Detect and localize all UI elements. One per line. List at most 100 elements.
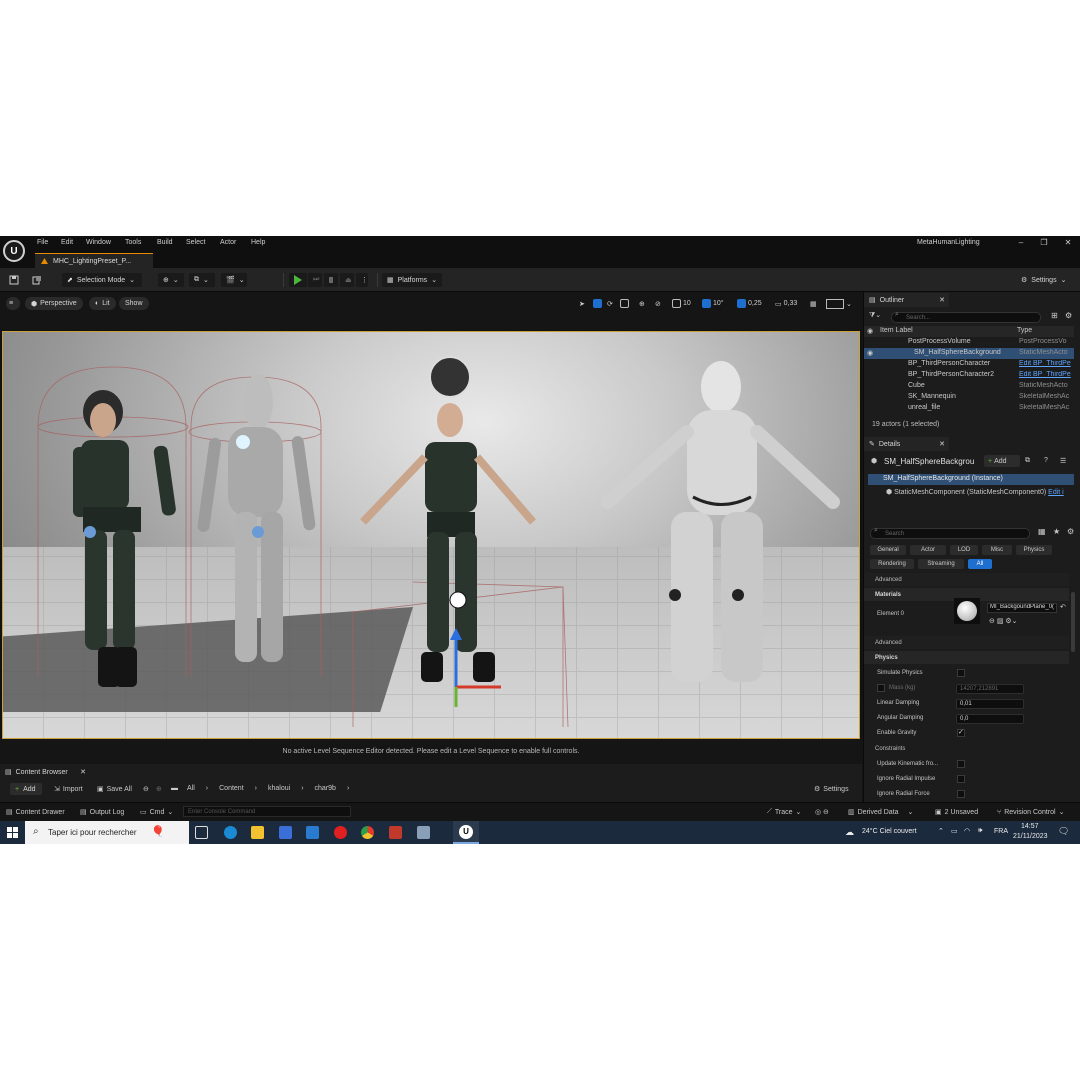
lit-button[interactable]: ◐ Lit (89, 297, 116, 310)
chevron-up-icon[interactable]: ⌃ (938, 827, 944, 835)
world-space-toggle[interactable]: ⊕ (639, 298, 645, 309)
add-component-button[interactable]: + Add (984, 455, 1020, 467)
simulate-physics-checkbox[interactable] (957, 669, 965, 677)
task-view-icon[interactable] (195, 826, 208, 839)
outliner-row[interactable]: SK_Mannequin SkeletalMeshAc (864, 392, 1074, 403)
weather-text[interactable]: 24°C Ciel couvert (862, 828, 917, 835)
close-button[interactable]: ✕ (1061, 238, 1075, 247)
breadcrumb-khaloui[interactable]: khaloui (268, 785, 290, 792)
reset-arrow-icon[interactable]: ↶ (1060, 603, 1066, 611)
scale-snap-toggle[interactable]: 0,25 (737, 298, 762, 309)
col-item-label[interactable]: Item Label (880, 327, 913, 334)
breadcrumb-char9b[interactable]: char9b (315, 785, 336, 792)
file-explorer-icon[interactable] (251, 826, 264, 839)
settings-small-icon[interactable]: ⚙⌄ (1005, 618, 1017, 625)
advanced-expander[interactable]: Advanced (864, 573, 1069, 586)
stop-button[interactable] (324, 273, 338, 287)
console-input[interactable]: Enter Console Command (183, 806, 351, 817)
settings-button[interactable]: ⚙ Settings ⌄ (1016, 273, 1072, 287)
unsaved-button[interactable]: ▣ 2 Unsaved (935, 808, 978, 817)
viewport-scene[interactable] (2, 331, 860, 739)
edge-icon[interactable] (224, 826, 237, 839)
menu-select[interactable]: Select (186, 239, 205, 246)
add-folder-icon[interactable]: ⊞ (1051, 311, 1058, 320)
mass-override-checkbox[interactable] (877, 684, 885, 692)
clock-date[interactable]: 21/11/2023 (1013, 833, 1048, 840)
menu-help[interactable]: Help (251, 239, 265, 246)
mail-icon[interactable] (306, 826, 319, 839)
maximize-button[interactable]: ❐ (1037, 238, 1051, 247)
arrow-left-circle-icon[interactable]: ⊖ (989, 618, 995, 625)
menu-build[interactable]: Build (157, 239, 173, 246)
filter-misc[interactable]: Misc (982, 545, 1012, 555)
store-icon[interactable] (279, 826, 292, 839)
constraints-expander[interactable]: Constraints (864, 742, 1069, 755)
gear-icon[interactable]: ⚙ (1067, 527, 1074, 536)
close-icon[interactable]: ✕ (939, 440, 945, 448)
filter-icon[interactable]: ⧩⌄ (869, 311, 881, 320)
viewport-layout-button[interactable]: ⌄ (826, 298, 852, 309)
update-kinematic-checkbox[interactable] (957, 760, 965, 768)
menu-file[interactable]: File (37, 239, 48, 246)
notification-icon[interactable]: 🗨 (1058, 826, 1069, 837)
import-button[interactable]: ⇲ Import (54, 785, 83, 794)
details-tab[interactable]: ✎ Details ✕ (864, 437, 949, 451)
gear-icon[interactable]: ⚙ (1065, 311, 1072, 320)
app-icon[interactable] (389, 826, 402, 839)
revision-control-button[interactable]: ⑂ Revision Control ⌄ (997, 808, 1064, 817)
ignore-radial-impulse-checkbox[interactable] (957, 775, 965, 783)
star-icon[interactable]: ★ (1053, 527, 1060, 536)
filter-rendering[interactable]: Rendering (870, 559, 914, 569)
visibility-icon[interactable]: ◉ (867, 349, 873, 357)
step-button[interactable]: ⏭ (308, 273, 322, 287)
opera-icon[interactable] (334, 826, 347, 839)
selection-mode-button[interactable]: ⬈ Selection Mode ⌄ (62, 273, 142, 287)
advanced-expander[interactable]: Advanced (864, 636, 1069, 649)
details-search-input[interactable]: Search (870, 528, 1030, 539)
component-row[interactable]: ⬢ StaticMeshComponent (StaticMeshCompone… (886, 488, 1064, 496)
grid-view-icon[interactable]: ▦ (1038, 527, 1046, 536)
folder-icon[interactable]: ▨ (997, 618, 1004, 625)
map-tab[interactable]: MHC_LightingPreset_P... (35, 253, 153, 268)
play-options-button[interactable]: ⋮ (356, 273, 368, 287)
component-instance-row[interactable]: SM_HalfSphereBackground (Instance) (868, 474, 1074, 485)
blueprint-button[interactable]: ⧉ ⌄ (189, 273, 215, 287)
filter-physics[interactable]: Physics (1016, 545, 1052, 555)
outliner-search-input[interactable]: Search... (891, 312, 1041, 323)
output-log-button[interactable]: ▤ Output Log (80, 808, 124, 817)
camera-speed-button[interactable]: ▭ 0,33 (775, 298, 797, 309)
more-icon[interactable]: ☰ (1060, 457, 1066, 465)
menu-window[interactable]: Window (86, 239, 111, 246)
col-type[interactable]: Type (1017, 327, 1032, 334)
ignore-radial-force-checkbox[interactable] (957, 790, 965, 798)
filter-general[interactable]: General (870, 545, 906, 555)
details-scrollbar[interactable] (1071, 592, 1075, 652)
history-forward-button[interactable]: ⊕ (156, 785, 162, 793)
filter-streaming[interactable]: Streaming (918, 559, 964, 569)
translate-tool[interactable] (593, 298, 602, 309)
menu-tools[interactable]: Tools (125, 239, 141, 246)
visibility-icon[interactable]: ◉ (867, 327, 873, 335)
play-button[interactable] (289, 273, 307, 287)
rotation-snap-toggle[interactable]: 10° (702, 298, 724, 309)
outliner-row-selected[interactable]: ◉ SM_HalfSphereBackground StaticMeshActo (864, 348, 1074, 359)
unreal-taskbar-button[interactable]: U (453, 821, 479, 844)
content-drawer-button[interactable]: ▤ Content Drawer (6, 808, 65, 817)
grid-snap-toggle[interactable]: 10 (672, 298, 691, 309)
filter-all[interactable]: All (968, 559, 992, 569)
material-thumbnail[interactable] (954, 598, 980, 624)
taskbar-search-input[interactable]: ⌕ Taper ici pour rechercher 🎈 (25, 821, 189, 844)
sync-icon[interactable]: ◎ ⊖ (815, 808, 829, 816)
history-back-button[interactable]: ⊖ (143, 785, 149, 793)
unreal-logo-icon[interactable]: U (3, 240, 25, 262)
browse-icon[interactable] (32, 275, 42, 285)
outliner-row[interactable]: PostProcessVolume PostProcessVo (864, 337, 1074, 348)
breadcrumb-all[interactable]: All (187, 785, 195, 792)
cinematics-button[interactable]: 🎬 ⌄ (221, 273, 247, 287)
level-viewport[interactable]: ≡ ⬢ Perspective ◐ Lit Show ➤ ⟳ ⊕ ⊘ 10 10° … (0, 292, 862, 764)
content-browser-tab[interactable]: ▤ Content Browser ✕ (0, 765, 90, 779)
outliner-row[interactable]: unreal_file SkeletalMeshAc (864, 403, 1074, 414)
viewport-menu-button[interactable]: ≡ (6, 297, 20, 310)
cmd-dropdown[interactable]: ▭ Cmd ⌄ (140, 808, 173, 817)
wifi-icon[interactable]: ◠ (964, 827, 970, 835)
